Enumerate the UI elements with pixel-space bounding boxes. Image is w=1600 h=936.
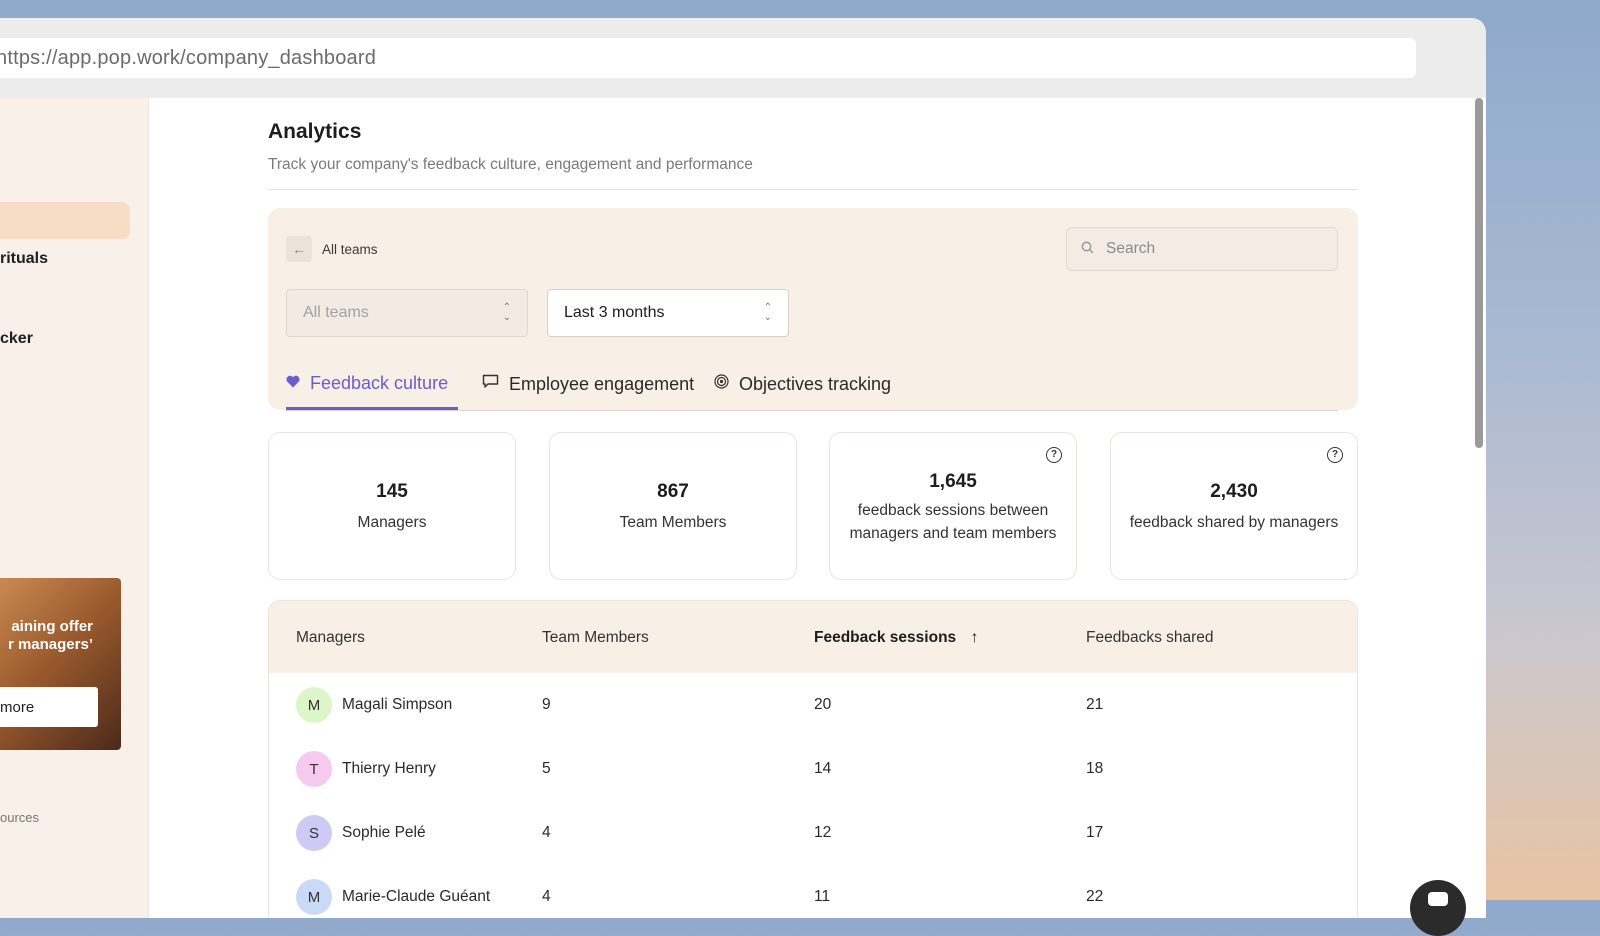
- avatar: T: [296, 751, 332, 787]
- stat-card-team-members: 867 Team Members: [549, 432, 797, 580]
- stat-value: 1,645: [929, 471, 977, 492]
- period-select-value: Last 3 months: [564, 304, 665, 321]
- sessions-count: 14: [814, 760, 832, 777]
- shared-count: 22: [1086, 888, 1104, 905]
- column-feedback-sessions[interactable]: Feedback sessions ↑: [814, 629, 978, 647]
- manager-name: Marie-Claude Guéant: [342, 888, 491, 905]
- shared-count: 21: [1086, 696, 1104, 713]
- url-bar[interactable]: https://app.pop.work/company_dashboard: [0, 38, 1416, 78]
- table-row[interactable]: T Thierry Henry 5 14 18: [269, 737, 1357, 801]
- browser-window: https://app.pop.work/company_dashboard r…: [0, 18, 1486, 918]
- promo-text: aining offer r managers’: [7, 618, 93, 653]
- table-row[interactable]: S Sophie Pelé 4 12 17: [269, 801, 1357, 865]
- header-divider: [268, 189, 1358, 190]
- shared-count: 17: [1086, 824, 1104, 841]
- promo-learn-more-button[interactable]: more: [0, 687, 98, 727]
- stat-label: feedback sessions between managers and t…: [849, 502, 1057, 542]
- column-feedbacks-shared[interactable]: Feedbacks shared: [1086, 629, 1214, 647]
- managers-table: Managers Team Members Feedback sessions …: [268, 600, 1358, 918]
- chevron-updown-icon: ⌃ ⌄: [502, 302, 511, 323]
- analytics-tabs: Feedback culture Employee engagement Obj…: [286, 360, 1338, 411]
- app-page: rituals cker aining offer r managers’ mo…: [0, 98, 1486, 918]
- chat-launcher-button[interactable]: [1410, 880, 1466, 936]
- tab-employee-engagement[interactable]: Employee engagement: [482, 360, 694, 408]
- table-header: Managers Team Members Feedback sessions …: [269, 601, 1357, 673]
- chat-icon: [482, 374, 499, 394]
- stat-label: Managers: [357, 514, 427, 531]
- chevron-updown-icon: ⌃ ⌄: [763, 302, 772, 323]
- stat-label: feedback shared by managers: [1129, 514, 1339, 531]
- table-row[interactable]: M Magali Simpson 9 20 21: [269, 673, 1357, 737]
- sessions-count: 11: [814, 888, 831, 905]
- column-managers[interactable]: Managers: [296, 629, 365, 647]
- team-select[interactable]: All teams ⌃ ⌄: [286, 289, 528, 337]
- sessions-count: 20: [814, 696, 832, 713]
- table-row[interactable]: M Marie-Claude Guéant 4 11 22: [269, 865, 1357, 918]
- stat-value: 2,430: [1210, 481, 1258, 502]
- url-text: https://app.pop.work/company_dashboard: [0, 46, 377, 69]
- stat-value: 867: [657, 481, 689, 502]
- stat-card-feedback-shared: ? 2,430 feedback shared by managers: [1110, 432, 1358, 580]
- shared-count: 18: [1086, 760, 1104, 777]
- search-icon: [1081, 241, 1094, 257]
- search-box[interactable]: [1066, 227, 1338, 271]
- page-title: Analytics: [268, 120, 362, 143]
- manager-name: Magali Simpson: [342, 696, 453, 713]
- avatar: M: [296, 687, 332, 723]
- stat-card-feedback-sessions: ? 1,645 feedback sessions between manage…: [829, 432, 1077, 580]
- sidebar-resources-link[interactable]: ources: [0, 810, 39, 825]
- avatar: M: [296, 879, 332, 915]
- arrow-left-icon: ←: [292, 241, 306, 257]
- team-members-count: 9: [542, 696, 551, 713]
- back-button[interactable]: ←: [286, 236, 312, 262]
- help-icon[interactable]: ?: [1327, 447, 1343, 463]
- sidebar-active-item[interactable]: [0, 202, 130, 239]
- team-members-count: 5: [542, 760, 551, 777]
- tab-feedback-culture[interactable]: Feedback culture: [286, 360, 459, 410]
- stat-label: Team Members: [619, 514, 727, 531]
- filter-panel: ← All teams All teams ⌃⌄ Last 3 months ⌃…: [268, 208, 1358, 411]
- stat-value: 145: [376, 481, 408, 502]
- tab-objectives-tracking[interactable]: Objectives tracking: [714, 360, 891, 408]
- avatar: S: [296, 815, 332, 851]
- target-icon: [714, 374, 729, 394]
- sessions-count: 12: [814, 824, 832, 841]
- team-members-count: 4: [542, 824, 551, 841]
- stat-card-managers: 145 Managers: [268, 432, 516, 580]
- sidebar: rituals cker aining offer r managers’ mo…: [0, 98, 149, 918]
- column-team-members[interactable]: Team Members: [542, 629, 649, 647]
- period-select[interactable]: Last 3 months ⌃ ⌄: [547, 289, 789, 337]
- help-icon[interactable]: ?: [1046, 447, 1062, 463]
- breadcrumb-all-teams[interactable]: All teams: [322, 242, 378, 257]
- sidebar-item-rituals[interactable]: rituals: [0, 250, 48, 268]
- training-promo-card: aining offer r managers’ more: [0, 578, 121, 750]
- manager-name: Thierry Henry: [342, 760, 436, 777]
- sort-arrow-up-icon: ↑: [970, 629, 979, 646]
- team-members-count: 4: [542, 888, 551, 905]
- search-input[interactable]: [1104, 239, 1308, 259]
- page-subtitle: Track your company's feedback culture, e…: [268, 156, 753, 173]
- page-scrollbar[interactable]: [1475, 98, 1483, 448]
- heart-icon: [286, 375, 300, 393]
- sidebar-item-tracker[interactable]: cker: [0, 330, 33, 348]
- team-select-value: All teams: [303, 304, 369, 321]
- manager-name: Sophie Pelé: [342, 824, 426, 841]
